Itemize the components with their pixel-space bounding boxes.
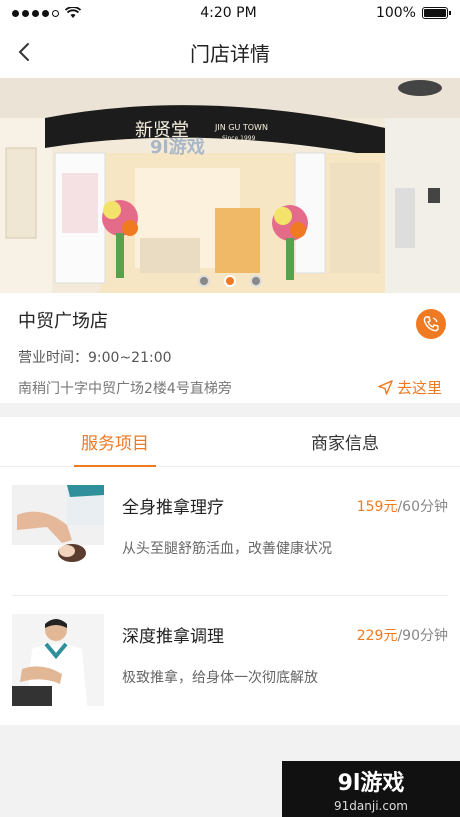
call-button[interactable] bbox=[416, 309, 446, 339]
service-header: 深度推拿调理 229元/90分钟 bbox=[122, 622, 448, 647]
store-name: 中贸广场店 bbox=[18, 311, 108, 332]
service-body: 全身推拿理疗 159元/60分钟 从头至腿舒筋活血，改善健康状况 bbox=[104, 485, 448, 595]
watermark-logo: 9l游戏 bbox=[337, 771, 405, 796]
status-bar: 4:20 PM 100% bbox=[0, 0, 460, 26]
carousel-dot[interactable] bbox=[250, 275, 262, 287]
wifi-icon bbox=[65, 7, 81, 18]
service-header: 全身推拿理疗 159元/60分钟 bbox=[122, 493, 448, 518]
service-image bbox=[12, 485, 104, 577]
carousel-dot-active[interactable] bbox=[224, 275, 236, 287]
store-photo: 新贤堂 JIN GU TOWN Since 1999 9l游戏 bbox=[0, 78, 460, 293]
navigate-button[interactable]: 去这里 bbox=[378, 377, 442, 398]
service-price: 159元/60分钟 bbox=[357, 496, 448, 516]
store-info: 中贸广场店 营业时间：9:00~21:00 南稍门十字中贸广场2楼4号直梯旁 去… bbox=[0, 293, 460, 403]
price-duration: /90分钟 bbox=[397, 627, 448, 644]
address-row: 南稍门十字中贸广场2楼4号直梯旁 去这里 bbox=[18, 377, 442, 398]
tab-bar: 服务项目 商家信息 bbox=[0, 417, 460, 467]
service-name: 全身推拿理疗 bbox=[122, 498, 224, 518]
store-address: 南稍门十字中贸广场2楼4号直梯旁 bbox=[18, 380, 232, 397]
price-amount: 159元 bbox=[356, 498, 398, 515]
service-item[interactable]: 深度推拿调理 229元/90分钟 极致推拿，给身体一次彻底解放 bbox=[12, 596, 448, 725]
status-time: 4:20 PM bbox=[200, 5, 257, 21]
phone-icon bbox=[423, 316, 439, 332]
navigate-label: 去这里 bbox=[396, 379, 442, 397]
image-watermark: 9l游戏 bbox=[150, 136, 205, 158]
service-body: 深度推拿调理 229元/90分钟 极致推拿，给身体一次彻底解放 bbox=[104, 614, 448, 725]
page-title: 门店详情 bbox=[190, 41, 270, 66]
store-photo-carousel[interactable]: 新贤堂 JIN GU TOWN Since 1999 9l游戏 bbox=[0, 78, 460, 293]
status-left bbox=[12, 7, 81, 19]
carousel-dot[interactable] bbox=[198, 275, 210, 287]
service-description: 极致推拿，给身体一次彻底解放 bbox=[122, 670, 318, 686]
signal-icon bbox=[12, 9, 59, 17]
back-button[interactable] bbox=[12, 38, 40, 66]
sign-subtext: JIN GU TOWN bbox=[214, 123, 268, 132]
nav-bar: 门店详情 bbox=[0, 26, 460, 78]
service-price: 229元/90分钟 bbox=[357, 625, 448, 645]
service-list: 全身推拿理疗 159元/60分钟 从头至腿舒筋活血，改善健康状况 深度推拿调理 … bbox=[0, 467, 460, 725]
tab-merchant-info[interactable]: 商家信息 bbox=[230, 417, 460, 466]
service-description: 从头至腿舒筋活血，改善健康状况 bbox=[122, 541, 332, 557]
site-watermark: 9l游戏 91danji.com bbox=[282, 761, 460, 817]
navigation-arrow-icon bbox=[378, 380, 393, 395]
battery-icon bbox=[421, 7, 451, 19]
battery-percent: 100% bbox=[375, 5, 416, 21]
business-hours: 营业时间：9:00~21:00 bbox=[18, 350, 172, 366]
service-name: 深度推拿调理 bbox=[122, 627, 224, 647]
sign-since: Since 1999 bbox=[222, 135, 256, 142]
price-duration: /60分钟 bbox=[397, 498, 448, 515]
price-amount: 229元 bbox=[356, 627, 398, 644]
status-right: 100% bbox=[375, 5, 451, 21]
carousel-indicator bbox=[0, 275, 460, 287]
tab-services[interactable]: 服务项目 bbox=[0, 417, 230, 467]
service-image bbox=[12, 614, 104, 706]
watermark-url: 91danji.com bbox=[334, 799, 408, 813]
service-item[interactable]: 全身推拿理疗 159元/60分钟 从头至腿舒筋活血，改善健康状况 bbox=[12, 467, 448, 596]
